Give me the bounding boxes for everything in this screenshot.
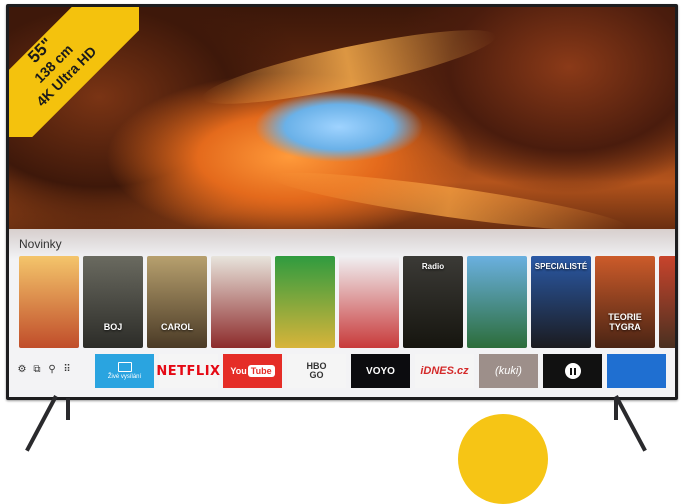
netflix-tile[interactable]: NETFLIX xyxy=(156,354,221,388)
pause-icon xyxy=(564,363,581,379)
youtube-logo-you: You xyxy=(230,366,247,376)
voyo-tile[interactable]: VOYO xyxy=(351,354,410,388)
size-badge-ribbon: 55" 138 cm 4K Ultra HD xyxy=(9,7,139,137)
poster-card[interactable] xyxy=(211,256,271,348)
app-tile-last[interactable] xyxy=(607,354,666,388)
netflix-logo: NETFLIX xyxy=(156,363,221,379)
youtube-logo-tube: Tube xyxy=(247,365,275,377)
tv-frame: 55" 138 cm 4K Ultra HD Novinky BOJ CAROL… xyxy=(6,4,678,400)
apps-icon[interactable]: ⠿ xyxy=(62,365,72,375)
poster-title: SPECIALISTÉ xyxy=(534,262,588,271)
poster-card[interactable] xyxy=(467,256,527,348)
idnes-logo: iDNES.cz xyxy=(420,365,469,377)
poster-title: TEORIE TYGRA xyxy=(608,312,642,332)
tv-icon xyxy=(117,362,132,372)
poster-card[interactable] xyxy=(19,256,79,348)
poster-card[interactable]: CAROL xyxy=(147,256,207,348)
hbo-go-tile[interactable]: HBO GO xyxy=(287,354,346,388)
hbo-go-logo: HBO GO xyxy=(307,362,327,380)
voyo-logo: VOYO xyxy=(366,365,395,377)
poster-card[interactable]: BOJ xyxy=(83,256,143,348)
poster-card[interactable] xyxy=(275,256,335,348)
poster-card[interactable]: TEORIE TYGRA xyxy=(595,256,655,348)
stand-post-left xyxy=(66,398,70,420)
poster-title: CAROL xyxy=(161,322,193,332)
media-player-tile[interactable] xyxy=(543,354,602,388)
section-title: Novinky xyxy=(19,237,62,251)
wallpaper-streak xyxy=(198,16,500,118)
poster-card[interactable]: Radio xyxy=(403,256,463,348)
poster-card[interactable] xyxy=(339,256,399,348)
price-sticker xyxy=(458,414,548,504)
system-icons: ⚙ ⧉ ⚲ ⠿ xyxy=(17,365,72,375)
tv-screen: 55" 138 cm 4K Ultra HD Novinky BOJ CAROL… xyxy=(9,7,675,397)
poster-title: BOJ xyxy=(103,322,123,332)
live-tv-label: Živé vysílání xyxy=(107,374,142,380)
poster-title: Radio xyxy=(421,262,445,271)
app-list: Živé vysílání NETFLIX You Tube HBO GO VOY… xyxy=(95,354,666,388)
poster-card[interactable] xyxy=(659,256,675,348)
idnes-tile[interactable]: iDNES.cz xyxy=(415,354,474,388)
live-tv-tile[interactable]: Živé vysílání xyxy=(95,354,154,388)
stand-leg-right xyxy=(614,395,647,452)
hbo-go-logo-bottom: GO xyxy=(309,370,324,380)
stand-leg-left xyxy=(25,395,58,452)
smart-hub-panel: Novinky BOJ CAROL Radio SPECIALISTÉ TEOR… xyxy=(9,229,675,397)
size-badge: 55" 138 cm 4K Ultra HD xyxy=(9,7,139,137)
app-bar: ⚙ ⧉ ⚲ ⠿ Živé vysílání NETFLIX You Tube H… xyxy=(9,353,675,391)
poster-card[interactable]: SPECIALISTÉ xyxy=(531,256,591,348)
kuki-logo: (kuki) xyxy=(495,365,522,377)
youtube-tile[interactable]: You Tube xyxy=(223,354,282,388)
search-icon[interactable]: ⚲ xyxy=(47,365,57,375)
poster-row: BOJ CAROL Radio SPECIALISTÉ TEORIE TYGRA xyxy=(19,256,675,348)
kuki-tile[interactable]: (kuki) xyxy=(479,354,538,388)
settings-icon[interactable]: ⚙ xyxy=(17,365,27,375)
source-icon[interactable]: ⧉ xyxy=(32,365,42,375)
